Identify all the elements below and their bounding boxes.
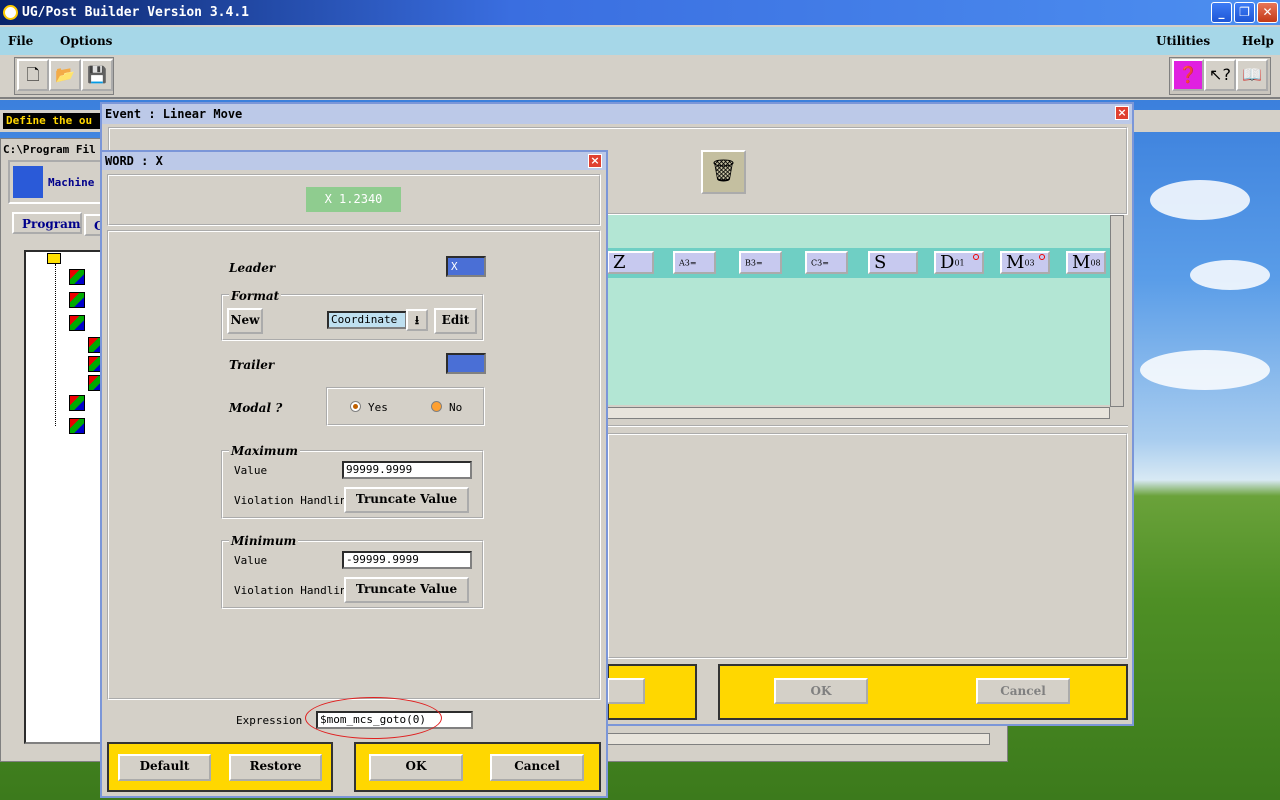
event-cancel-button[interactable]: Cancel bbox=[976, 678, 1070, 704]
status-message: Define the ou bbox=[3, 113, 103, 129]
sequence-icon[interactable] bbox=[69, 269, 85, 285]
close-button[interactable]: ✕ bbox=[1257, 2, 1278, 23]
event-window-title: Event : Linear Move bbox=[102, 104, 1132, 124]
cancel-button[interactable]: Cancel bbox=[490, 754, 584, 781]
menu-file[interactable]: File bbox=[8, 34, 33, 48]
format-label: Format bbox=[229, 289, 282, 303]
block-word-b3[interactable]: B3= bbox=[739, 251, 782, 274]
maximize-button[interactable]: ❐ bbox=[1234, 2, 1255, 23]
modal-yes-label: Yes bbox=[368, 401, 388, 414]
format-select[interactable]: Coordinate bbox=[327, 311, 407, 329]
menu-bar: File Options Utilities Help bbox=[0, 27, 1280, 55]
output-preview-frame bbox=[607, 433, 1128, 659]
tab-program[interactable]: Program bbox=[12, 212, 82, 234]
minimum-label: Minimum bbox=[229, 534, 299, 548]
word-dialog-title: WORD : X bbox=[102, 152, 606, 170]
optional-marker-icon bbox=[1039, 254, 1045, 260]
max-value-field[interactable]: 99999.9999 bbox=[342, 461, 472, 479]
modal-label: Modal ? bbox=[229, 401, 283, 415]
cloud bbox=[1190, 260, 1270, 290]
tree-line bbox=[55, 264, 56, 426]
block-word-a3[interactable]: A3= bbox=[673, 251, 716, 274]
block-horizontal-scrollbar[interactable] bbox=[607, 407, 1110, 419]
block-sublabel: 08 bbox=[1090, 258, 1101, 268]
new-file-icon[interactable]: 🗋 bbox=[17, 59, 49, 91]
modal-yes-radio[interactable] bbox=[350, 401, 361, 412]
min-value-label: Value bbox=[234, 554, 268, 567]
cloud bbox=[1150, 180, 1250, 220]
min-value-field[interactable]: -99999.9999 bbox=[342, 551, 472, 569]
machine-icon bbox=[13, 166, 43, 198]
program-tree bbox=[24, 250, 104, 744]
panel-horizontal-scrollbar[interactable] bbox=[607, 733, 990, 745]
event-ok-button[interactable]: OK bbox=[774, 678, 868, 704]
block-label: A3= bbox=[679, 258, 697, 268]
leader-field[interactable]: X bbox=[446, 256, 486, 277]
block-sublabel: 01 bbox=[954, 258, 965, 268]
minimize-button[interactable]: _ bbox=[1211, 2, 1232, 23]
max-value-label: Value bbox=[234, 464, 268, 477]
user-manual-icon[interactable]: 📖 bbox=[1236, 59, 1268, 91]
block-template-area bbox=[607, 215, 1110, 405]
context-help-icon[interactable]: ↖? bbox=[1204, 59, 1236, 91]
block-word-m08[interactable]: M08 bbox=[1066, 251, 1106, 274]
trailer-label: Trailer bbox=[229, 358, 275, 372]
word-close-icon[interactable]: × bbox=[588, 154, 602, 168]
block-vertical-scrollbar[interactable] bbox=[1110, 215, 1124, 407]
sequence-icon[interactable] bbox=[69, 395, 85, 411]
block-label: D bbox=[940, 252, 955, 273]
sash-divider[interactable] bbox=[607, 425, 1128, 428]
save-icon[interactable]: 💾 bbox=[81, 59, 113, 91]
block-word-s[interactable]: S bbox=[868, 251, 918, 274]
default-button[interactable]: Default bbox=[118, 754, 211, 781]
modal-no-label: No bbox=[449, 401, 463, 414]
max-violation-menu[interactable]: Truncate Value bbox=[344, 487, 469, 513]
recycle-bin-icon[interactable]: 🗑 bbox=[701, 150, 746, 194]
leader-label: Leader bbox=[229, 261, 276, 275]
block-label: B3= bbox=[745, 258, 763, 268]
block-word-z[interactable]: Z bbox=[607, 251, 654, 274]
block-label: S bbox=[874, 252, 887, 273]
event-restore-button[interactable] bbox=[607, 678, 645, 704]
folder-icon bbox=[47, 253, 61, 264]
restore-button[interactable]: Restore bbox=[229, 754, 322, 781]
min-violation-menu[interactable]: Truncate Value bbox=[344, 577, 469, 603]
main-title: UG/Post Builder Version 3.4.1 bbox=[0, 0, 1280, 25]
menu-help[interactable]: Help bbox=[1242, 34, 1274, 48]
balloon-help-icon[interactable]: ❓ bbox=[1172, 59, 1204, 91]
app-logo-icon bbox=[3, 5, 18, 20]
event-close-icon[interactable]: × bbox=[1115, 106, 1129, 120]
machine-tool-button[interactable]: Machine bbox=[8, 160, 103, 204]
optional-marker-icon bbox=[973, 254, 979, 260]
file-path: C:\Program Fil bbox=[3, 143, 96, 156]
sequence-icon[interactable] bbox=[69, 418, 85, 434]
modal-no-radio[interactable] bbox=[431, 401, 442, 412]
machine-label: Machine bbox=[48, 176, 95, 189]
sequence-icon[interactable] bbox=[69, 315, 85, 331]
block-word-c3[interactable]: C3= bbox=[805, 251, 848, 274]
sequence-icon[interactable] bbox=[69, 292, 85, 308]
expression-label: Expression bbox=[236, 714, 303, 727]
menu-utilities[interactable]: Utilities bbox=[1156, 34, 1210, 48]
format-dropdown-arrow-icon[interactable]: ⭳ bbox=[406, 309, 428, 331]
block-label: M bbox=[1072, 252, 1091, 273]
trailer-field[interactable] bbox=[446, 353, 486, 374]
open-folder-icon[interactable]: 📂 bbox=[49, 59, 81, 91]
format-edit-button[interactable]: Edit bbox=[434, 308, 477, 334]
block-sublabel: 03 bbox=[1024, 258, 1035, 268]
ok-button[interactable]: OK bbox=[369, 754, 463, 781]
cloud bbox=[1140, 350, 1270, 390]
maximum-label: Maximum bbox=[229, 444, 300, 458]
format-new-button[interactable]: New bbox=[227, 308, 263, 334]
block-label: M bbox=[1006, 252, 1025, 273]
word-preview: X 1.2340 bbox=[306, 187, 401, 212]
min-violation-label: Violation Handling bbox=[234, 584, 354, 597]
highlight-ellipse bbox=[305, 697, 442, 739]
toolbar: 🗋 📂 💾 ❓ ↖? 📖 bbox=[0, 55, 1280, 99]
block-label: C3= bbox=[811, 258, 829, 268]
block-label: Z bbox=[613, 252, 626, 273]
menu-options[interactable]: Options bbox=[60, 34, 112, 48]
max-violation-label: Violation Handling bbox=[234, 494, 354, 507]
